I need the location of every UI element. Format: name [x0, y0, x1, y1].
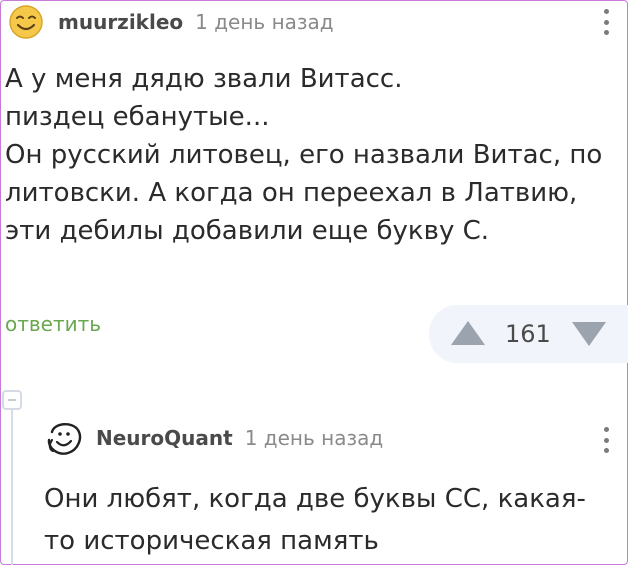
smiley-icon[interactable]: [8, 4, 44, 40]
more-options-icon[interactable]: [600, 424, 612, 456]
downvote-arrow-icon[interactable]: [572, 322, 606, 346]
comment-time: 1 день назад: [195, 10, 334, 34]
reply-comment-header: NeuroQuant 1 день назад: [44, 418, 383, 458]
comment-author[interactable]: muurzikleo: [58, 10, 183, 34]
comment-line: А у меня дядю звали Витасс.: [5, 64, 403, 94]
upvote-arrow-icon[interactable]: [451, 321, 485, 345]
comment-header: muurzikleo 1 день назад: [8, 4, 334, 40]
comment-line: литовски. А когда он переехал в Латвию,: [5, 178, 578, 208]
reply-link[interactable]: ответить: [5, 312, 101, 336]
thread-line: [11, 410, 13, 565]
comment-body: А у меня дядю звали Витасс. пиздец ебану…: [5, 60, 625, 250]
comment-time: 1 день назад: [244, 426, 384, 450]
comment-line: пиздец ебанутые...: [5, 102, 270, 132]
vote-score: 161: [505, 320, 551, 348]
comment-line: Он русский литовец, его назвали Витас, п…: [5, 140, 603, 170]
reply-comment-body: Они любят, когда две буквы СС, какая- то…: [44, 478, 624, 562]
more-options-icon[interactable]: [600, 6, 612, 38]
comment-author[interactable]: NeuroQuant: [96, 426, 233, 450]
comment-line: эти дебилы добавили еще букву С.: [5, 216, 490, 246]
comment-line: то историческая память: [44, 526, 379, 556]
doodle-face-icon[interactable]: [44, 418, 84, 458]
comment-line: Они любят, когда две буквы СС, какая-: [44, 484, 586, 514]
vote-panel: 161: [429, 305, 628, 363]
collapse-thread-button[interactable]: [2, 390, 22, 410]
